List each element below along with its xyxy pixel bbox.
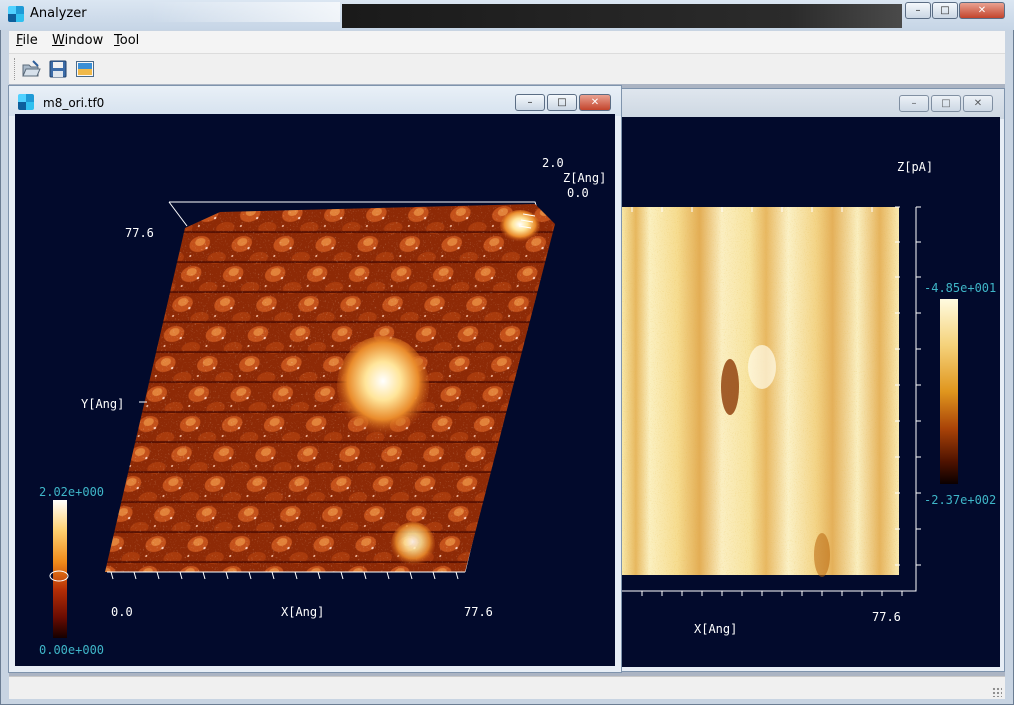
surface-3d-canvas[interactable]: 2.0 Z[Ang] 0.0 77.6 Y[Ang] 0.0 X[Ang] 77… <box>15 114 615 666</box>
menu-tool[interactable]: Tool <box>114 33 139 48</box>
menu-file[interactable]: File <box>16 33 38 48</box>
minimize-icon: – <box>527 97 533 108</box>
colorbar-3d <box>53 500 67 638</box>
child-window-title: m8_ori.tf0 <box>43 96 105 110</box>
toolbar-grip[interactable] <box>14 58 18 80</box>
child-2d-close-button[interactable]: ✕ <box>963 95 993 112</box>
title-bar-glare <box>150 2 340 22</box>
colorbar-3d-min-value: 0.00e+000 <box>39 643 105 657</box>
app-title: Analyzer <box>30 6 87 21</box>
save-disk-icon[interactable] <box>48 59 68 79</box>
x-axis-max-2d: 77.6 <box>872 610 901 624</box>
image-view-icon[interactable] <box>75 59 95 79</box>
x-axis-max: 77.6 <box>464 605 493 619</box>
open-folder-icon[interactable] <box>21 59 41 79</box>
z-axis-label: Z[Ang] <box>563 171 607 185</box>
z-axis-label-2d: Z[pA] <box>897 160 934 174</box>
child-3d-close-button[interactable]: ✕ <box>579 94 611 111</box>
analyzer-app-icon <box>8 6 24 22</box>
z-axis-max: 2.0 <box>542 156 564 170</box>
current-map-plot <box>622 206 958 596</box>
maximize-icon: □ <box>557 97 567 108</box>
minimize-icon: – <box>911 98 917 109</box>
colorbar-2d <box>940 299 958 484</box>
x-axis-label-2d: X[Ang] <box>694 622 738 636</box>
colorbar-2d-bottom-value: -2.37e+002 <box>924 493 997 507</box>
minimize-icon: – <box>915 5 921 16</box>
file-icon <box>18 94 34 110</box>
menu-window[interactable]: Window <box>52 33 103 48</box>
x-axis-label: X[Ang] <box>281 605 325 619</box>
menu-bar <box>9 31 1005 54</box>
z-axis-min: 0.0 <box>567 186 589 200</box>
surface-3d-plot <box>49 201 555 638</box>
minimize-button[interactable]: – <box>905 2 931 19</box>
close-button[interactable]: ✕ <box>959 2 1005 19</box>
child-2d-minimize-button[interactable]: – <box>899 95 929 112</box>
close-icon: ✕ <box>973 98 983 109</box>
colorbar-2d-top-value: -4.85e+001 <box>924 281 997 295</box>
close-icon: ✕ <box>977 5 987 16</box>
image-2d-canvas[interactable]: Z[pA] -4.85e+001 -2.37e+002 X[Ang] 77.6 <box>622 117 1000 667</box>
background-window-strip <box>342 4 902 28</box>
y-axis-label: Y[Ang] <box>81 397 125 411</box>
resize-grip-icon[interactable] <box>992 687 1002 697</box>
child-3d-minimize-button[interactable]: – <box>515 94 545 111</box>
close-icon: ✕ <box>590 97 600 108</box>
child-3d-maximize-button[interactable]: □ <box>547 94 577 111</box>
child-2d-maximize-button[interactable]: □ <box>931 95 961 112</box>
maximize-button[interactable]: □ <box>932 2 958 19</box>
x-axis-min: 0.0 <box>111 605 133 619</box>
colorbar-3d-max-value: 2.02e+000 <box>39 485 105 499</box>
y-axis-max: 77.6 <box>125 226 154 240</box>
title-bar[interactable] <box>0 0 1014 30</box>
child-window-2d: – □ ✕ Z[pA] -4.85e+001 -2.37e+002 X[Ang]… <box>621 88 1005 672</box>
toolbar <box>9 54 1005 84</box>
maximize-icon: □ <box>941 98 951 109</box>
maximize-icon: □ <box>940 5 950 16</box>
status-bar <box>9 676 1005 699</box>
child-window-3d: m8_ori.tf0 – □ ✕ 2.0 Z[Ang] 0.0 77.6 Y[A… <box>8 85 622 673</box>
